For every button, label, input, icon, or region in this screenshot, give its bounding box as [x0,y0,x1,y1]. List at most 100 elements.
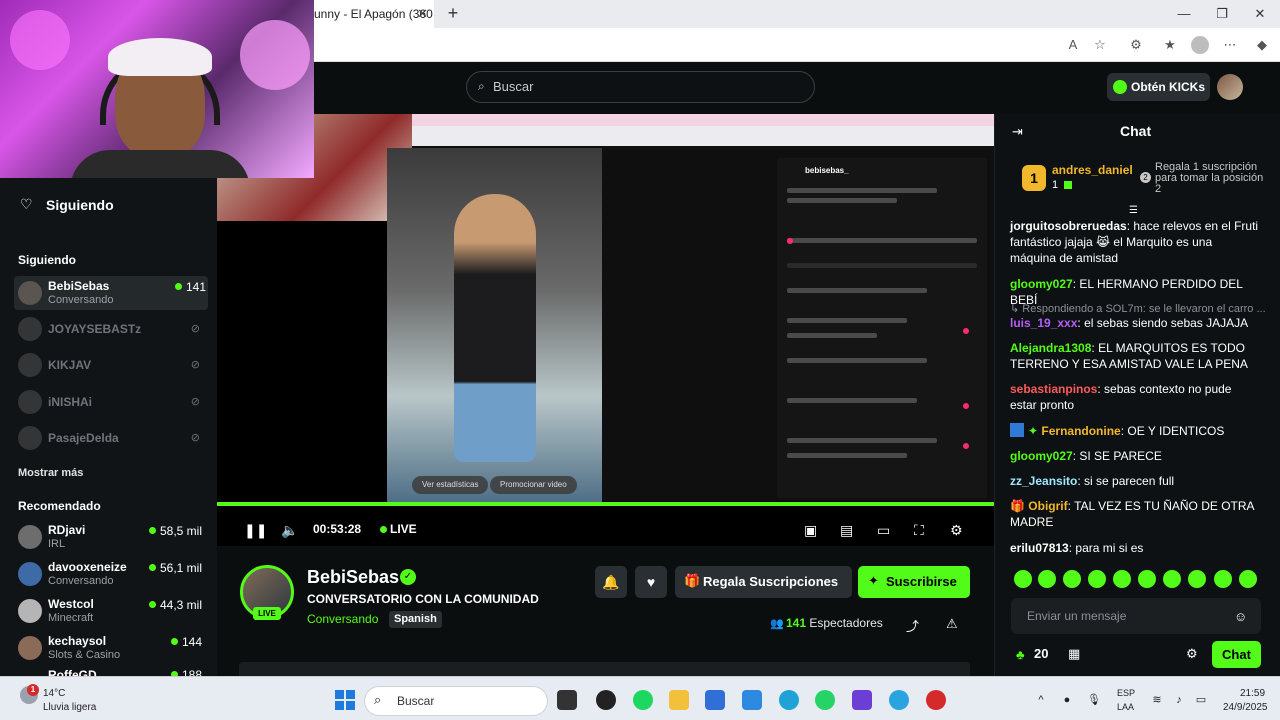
keyboard-layout[interactable]: LAA [1117,702,1134,712]
live-indicator[interactable]: LIVE [380,522,417,536]
chat-username[interactable]: gloomy027 [1010,277,1073,291]
collapse-chat-icon[interactable]: ⇥ [1012,124,1026,139]
sidebar-channel-recommended[interactable]: RoffeGD 188 [18,665,204,676]
report-icon[interactable]: ⚠ [946,616,960,631]
notification-bell-button[interactable]: 🔔 [595,566,627,598]
close-tab-icon[interactable]: ✕ [417,0,428,28]
chat-username[interactable]: zz_Jeansito [1010,474,1077,488]
sidebar-channel-offline[interactable]: JOYAYSEBASTz ⊘ [18,312,204,346]
chat-username[interactable]: sebastianpinos [1010,382,1097,396]
language-tag[interactable]: Spanish [389,611,442,628]
kick-points-count[interactable]: 20 [1034,646,1048,661]
new-tab-button[interactable]: + [443,0,463,28]
wifi-icon[interactable]: ≋ [1150,693,1164,707]
text-line [787,398,917,403]
favorites-icon[interactable]: ★ [1161,36,1179,54]
settings-gear-icon[interactable]: ⚙ [950,520,963,540]
edge-browser-icon[interactable] [779,690,799,710]
emote-icon[interactable] [1214,570,1232,588]
channel-name[interactable]: BebiSebas [307,567,399,588]
vscode-icon[interactable] [742,690,762,710]
chat-username[interactable]: gloomy027 [1010,449,1073,463]
chat-settings-icon[interactable]: ⚙ [1186,646,1202,662]
telegram-icon[interactable] [889,690,909,710]
chat-username[interactable]: Obigrif [1028,499,1067,513]
maximize-icon[interactable]: ❐ [1204,0,1240,28]
emote-icon[interactable] [1113,570,1131,588]
chat-username[interactable]: luis_19_xxx [1010,316,1077,330]
file-explorer-icon[interactable] [669,690,689,710]
close-window-icon[interactable]: ✕ [1242,0,1278,28]
chat-username[interactable]: Fernandonine [1041,424,1120,438]
chat-username[interactable]: jorguitosobreruedas [1010,219,1127,233]
clip-icon[interactable]: ▤ [840,520,853,540]
store-icon[interactable]: ▦ [1068,646,1084,662]
store-app-icon[interactable] [705,690,725,710]
sidebar-channel-offline[interactable]: PasajeDelda ⊘ [18,421,204,455]
tray-chevron-icon[interactable]: ^ [1034,693,1048,707]
chatgpt-icon[interactable] [596,690,616,710]
follow-heart-button[interactable]: ♥ [635,566,667,598]
spotify-icon[interactable] [633,690,653,710]
sidebar-channel-offline[interactable]: iNISHAi ⊘ [18,385,204,419]
user-avatar[interactable] [1217,74,1243,100]
extensions-icon[interactable]: ⚙ [1127,36,1145,54]
taskbar-search-input[interactable]: Buscar [364,686,548,716]
pip-icon[interactable]: ▭ [877,520,890,540]
fullscreen-icon[interactable]: ⛶ [914,520,924,540]
task-view-icon[interactable] [557,690,577,710]
emote-icon[interactable] [1088,570,1106,588]
emote-icon[interactable] [1014,570,1032,588]
sidebar-channel-recommended[interactable]: Westcol Minecraft 44,3 mil [18,594,204,628]
volume-icon[interactable]: 🔈 [281,520,298,540]
gift-subs-button[interactable]: Regala Suscripciones [675,566,852,598]
clock-date[interactable]: 24/9/2025 [1223,702,1268,713]
windows-start-icon[interactable] [335,690,355,710]
clock-time[interactable]: 21:59 [1240,688,1265,699]
pause-icon[interactable]: ❚❚ [244,520,267,540]
shared-screen-tabbar [412,114,994,126]
theater-mode-icon[interactable]: ▣ [804,520,817,540]
sidebar-channel-offline[interactable]: KIKJAV ⊘ [18,348,204,382]
keyboard-language[interactable]: ESP [1117,688,1135,698]
whatsapp-icon[interactable] [815,690,835,710]
read-aloud-icon[interactable]: A [1064,36,1082,54]
chat-username[interactable]: erilu07813 [1010,541,1069,555]
sidebar-nav-following[interactable]: Siguiendo [18,195,114,215]
speaker-icon[interactable]: ♪ [1172,693,1186,707]
show-more-link[interactable]: Mostrar más [18,467,83,479]
expand-leaderboard-icon[interactable]: ☰ [1129,205,1141,216]
stream-title: CONVERSATORIO CON LA COMUNIDAD [307,592,539,606]
emote-icon[interactable] [1063,570,1081,588]
browser-tab[interactable]: unny - El Apagón (360 ✕ [314,0,434,28]
search-input[interactable]: Buscar [466,71,815,103]
send-chat-button[interactable]: Chat [1212,641,1261,668]
emote-icon[interactable] [1188,570,1206,588]
emote-icon[interactable] [1138,570,1156,588]
minimize-icon[interactable]: — [1166,0,1202,28]
battery-icon[interactable]: ▭ [1194,693,1208,707]
tray-app-icon[interactable]: ● [1060,693,1074,707]
stream-category[interactable]: Conversando [307,612,378,626]
channel-name: Westcol [48,597,94,611]
favorite-star-icon[interactable]: ☆ [1091,36,1109,54]
chat-message-input[interactable]: Enviar un mensaje [1011,598,1261,634]
obs-icon[interactable] [926,690,946,710]
more-menu-icon[interactable]: ⋯ [1221,36,1239,54]
sidebar-channel-recommended[interactable]: davooxeneize Conversando 56,1 mil [18,557,204,591]
sidebar-channel-recommended[interactable]: kechaysol Slots & Casino 144 [18,631,204,665]
sidebar-channel-recommended[interactable]: RDjavi IRL 58,5 mil [18,520,204,554]
emote-icon[interactable] [1038,570,1056,588]
emote-icon[interactable] [1239,570,1257,588]
emoji-icon[interactable]: ☺ [1234,609,1248,624]
browser-profile-avatar[interactable] [1191,36,1209,54]
app-icon[interactable] [852,690,872,710]
emote-icon[interactable] [1163,570,1181,588]
sidebar-channel-bebisebas[interactable]: BebiSebas Conversando 141 [14,276,208,310]
copilot-icon[interactable]: ◆ [1253,36,1271,54]
chat-username[interactable]: Alejandra1308 [1010,341,1091,355]
share-icon[interactable]: ⤴ [906,616,920,634]
microphone-icon[interactable]: 🎙 [1087,693,1101,707]
video-player[interactable]: Ver estadísticas Promocionar video bebis… [217,114,994,546]
top-gifter-name[interactable]: andres_daniel [1052,163,1133,177]
